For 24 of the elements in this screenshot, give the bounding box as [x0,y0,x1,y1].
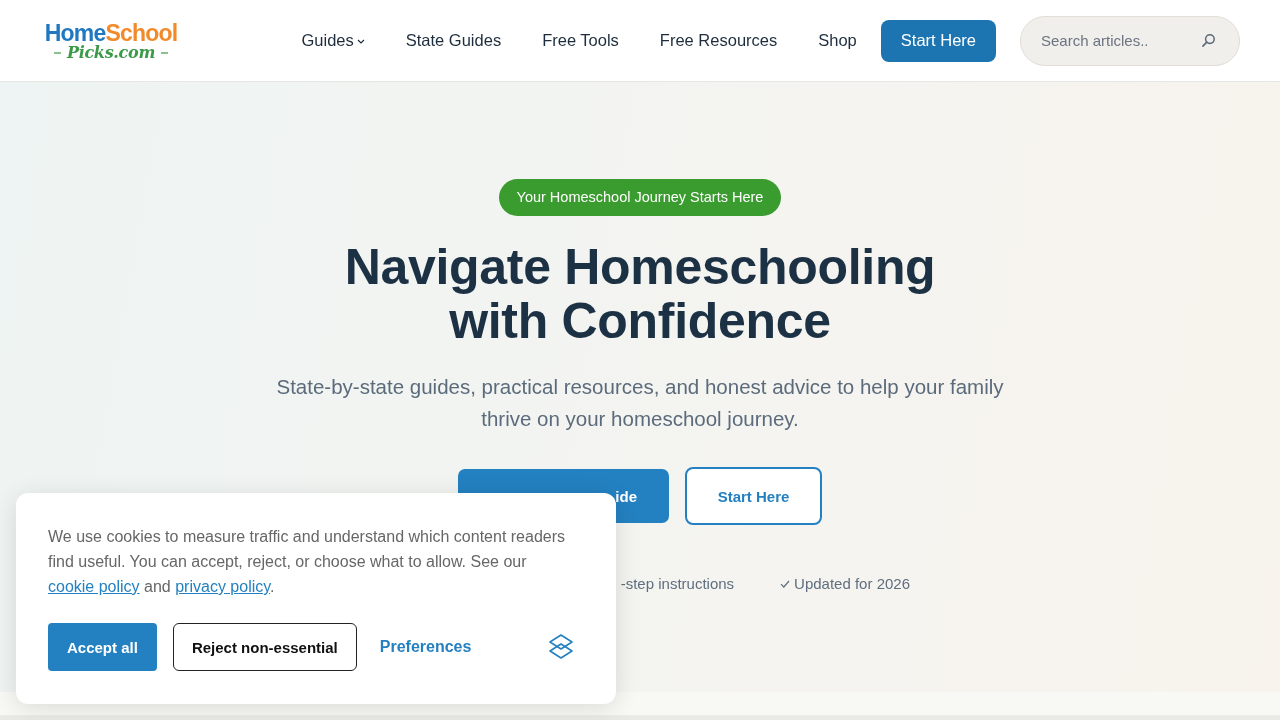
policy-link[interactable]: cookie policy [48,578,140,595]
nav-link[interactable]: Shop [818,31,857,50]
nav-link[interactable]: State Guides [405,31,502,50]
start-here-button[interactable]: Start Here [685,467,822,525]
preferences-link[interactable]: Preferences [379,638,472,656]
start-here-button[interactable]: Start Here [880,19,996,62]
check-icon [780,580,791,588]
feature-text: Updated for 2026 [794,574,910,594]
hero-title: Navigate Homeschooling with Confidence [343,240,937,348]
nav-link[interactable]: Guides [301,31,365,50]
nav-link[interactable]: Free Tools [542,31,619,50]
feature-text: -step instructions [620,574,735,594]
search-field[interactable]: Search articles.. [1020,15,1240,66]
hero-badge: Your Homeschool Journey Starts Here [498,179,782,216]
cookie-notice-text: We use cookies to measure traffic and understand which content readers find useful. You can accept, reject, or choose what to allow. See our cookie policy and privacy policy. [48,527,567,597]
nav-link[interactable]: Free Resources [659,31,778,50]
hero-subtitle: State-by-state guides, practical resources, and honest advice to help your family thrive on your homeschool journey. [275,374,1005,432]
accept-button[interactable]: Accept all [48,623,157,671]
reject-button[interactable]: Reject non-essential [172,623,357,671]
chevron-down-icon [356,39,365,44]
policy-link[interactable]: privacy policy [175,578,271,595]
layered-diamond-icon [548,633,574,661]
search-icon[interactable] [1201,32,1216,48]
site-logo[interactable]: HomeSchool Picks.com [42,20,180,62]
